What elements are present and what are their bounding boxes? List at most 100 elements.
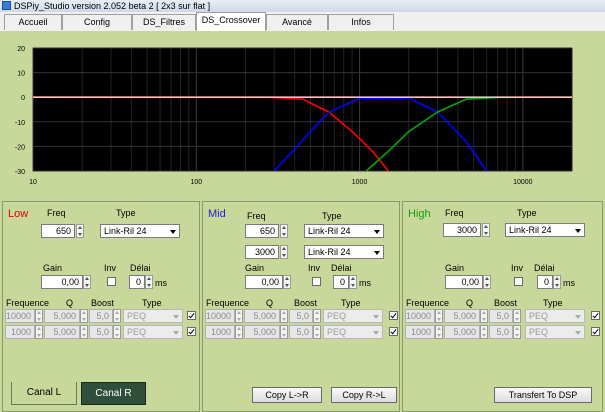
- tab-ds-filtres[interactable]: DS_Filtres: [132, 14, 196, 30]
- low-gain-input[interactable]: 0,00: [41, 275, 83, 289]
- low-peq1-enable[interactable]: [187, 311, 196, 320]
- mid-delai-input[interactable]: 0: [333, 275, 349, 289]
- high-peq2-boost-spinner[interactable]: [513, 325, 521, 339]
- high-peq1-boost-spinner[interactable]: [513, 309, 521, 323]
- mid-inv-checkbox[interactable]: [312, 277, 321, 286]
- high-peq2-enable[interactable]: [591, 327, 600, 336]
- tab-canal-l[interactable]: Canal L: [11, 382, 77, 405]
- chevron-down-icon: [374, 251, 380, 255]
- low-peq1-type[interactable]: PEQ: [123, 309, 183, 323]
- high-peq2-q[interactable]: 5,000: [444, 325, 480, 339]
- low-peq1-boost-spinner[interactable]: [113, 309, 121, 323]
- low-peq2-q[interactable]: 5,000: [44, 325, 80, 339]
- tab-infos[interactable]: Infos: [328, 14, 394, 30]
- mid-peq2-enable[interactable]: [389, 327, 398, 336]
- high-peq1-freq-spinner[interactable]: [435, 309, 443, 323]
- mid-gain-spinner[interactable]: [283, 275, 291, 289]
- mid-peq1-q-spinner[interactable]: [280, 309, 288, 323]
- chevron-down-icon: [373, 315, 379, 319]
- mid-peq1-boost[interactable]: 5,0: [289, 309, 313, 323]
- high-peq2-q-spinner[interactable]: [480, 325, 488, 339]
- mid-peq1-type[interactable]: PEQ: [323, 309, 383, 323]
- mid-peq2-q-spinner[interactable]: [280, 325, 288, 339]
- high-peq2-freq-spinner[interactable]: [435, 325, 443, 339]
- mid-peq2-freq-spinner[interactable]: [235, 325, 243, 339]
- high-peq1-q-spinner[interactable]: [480, 309, 488, 323]
- low-gain-spinner[interactable]: [83, 275, 91, 289]
- mid-peq1-freq[interactable]: 10000: [205, 309, 235, 323]
- panel-low-title: Low: [8, 208, 29, 220]
- high-peq1-type[interactable]: PEQ: [525, 309, 585, 323]
- low-peq2-freq[interactable]: 1000: [5, 325, 35, 339]
- high-freq-input[interactable]: 3000: [443, 223, 481, 237]
- low-peq1-type-value: PEQ: [127, 311, 147, 321]
- low-peq2-enable[interactable]: [187, 327, 196, 336]
- mid-peq1-q[interactable]: 5,000: [244, 309, 280, 323]
- high-peq2-type[interactable]: PEQ: [525, 325, 585, 339]
- high-peq1-boost[interactable]: 5,0: [489, 309, 513, 323]
- low-type-select[interactable]: Link-Ril 24: [100, 224, 180, 238]
- low-inv-checkbox[interactable]: [107, 277, 116, 286]
- high-gain-spinner[interactable]: [483, 275, 491, 289]
- tab-canal-r[interactable]: Canal R: [81, 382, 146, 405]
- mid-peq1-type-value: PEQ: [327, 311, 347, 321]
- low-delai-spinner[interactable]: [145, 275, 153, 289]
- low-freq-spinner[interactable]: [76, 224, 84, 238]
- low-peq1-freq-spinner[interactable]: [35, 309, 43, 323]
- mid-peq1-freq-spinner[interactable]: [235, 309, 243, 323]
- low-peq1-q[interactable]: 5,000: [44, 309, 80, 323]
- tab-ds-crossover[interactable]: DS_Crossover: [196, 12, 266, 31]
- mid-peq2-q[interactable]: 5,000: [244, 325, 280, 339]
- mid-freq2-spinner[interactable]: [280, 245, 288, 259]
- low-peq1-freq[interactable]: 10000: [5, 309, 35, 323]
- low-peq2-boost[interactable]: 5,0: [89, 325, 113, 339]
- low-peq2-q-spinner[interactable]: [80, 325, 88, 339]
- mid-peq2-boost[interactable]: 5,0: [289, 325, 313, 339]
- mid-peq2-freq[interactable]: 1000: [205, 325, 235, 339]
- y-tick-label: -30: [15, 169, 25, 176]
- high-peq1-enable[interactable]: [591, 311, 600, 320]
- high-delai-input[interactable]: 0: [537, 275, 553, 289]
- copy-l-to-r-button[interactable]: Copy L->R: [252, 387, 322, 403]
- high-type-select[interactable]: Link-Ril 24: [505, 223, 585, 237]
- high-peq2-boost[interactable]: 5,0: [489, 325, 513, 339]
- chevron-down-icon: [170, 230, 176, 234]
- low-gain-label: Gain: [43, 263, 63, 273]
- high-gain-input[interactable]: 0,00: [445, 275, 483, 289]
- transfert-to-dsp-button[interactable]: Transfert To DSP: [494, 387, 592, 403]
- tab-accueil[interactable]: Accueil: [4, 14, 62, 30]
- low-peq1-boost[interactable]: 5,0: [89, 309, 113, 323]
- low-peq1-q-spinner[interactable]: [80, 309, 88, 323]
- high-peq1-q[interactable]: 5,000: [444, 309, 480, 323]
- low-peq2-freq-spinner[interactable]: [35, 325, 43, 339]
- mid-freq1-spinner[interactable]: [280, 224, 288, 238]
- mid-gain-input[interactable]: 0,00: [245, 275, 283, 289]
- mid-freq1-input[interactable]: 650: [245, 224, 279, 238]
- low-freq-input[interactable]: 650: [41, 224, 75, 238]
- tab-avance[interactable]: Avancé: [266, 14, 328, 30]
- high-inv-checkbox[interactable]: [514, 277, 523, 286]
- low-peq2-type[interactable]: PEQ: [123, 325, 183, 339]
- panel-mid: Mid Freq Type 650 Link-Ril 24 3000 Link-…: [202, 201, 400, 412]
- high-peq1-freq[interactable]: 10000: [405, 309, 435, 323]
- copy-r-to-l-button[interactable]: Copy R->L: [331, 387, 397, 403]
- mid-type2-select[interactable]: Link-Ril 24: [304, 245, 384, 259]
- low-delai-input[interactable]: 0: [129, 275, 145, 289]
- mid-peq1-boost-spinner[interactable]: [313, 309, 321, 323]
- mid-delai-spinner[interactable]: [349, 275, 357, 289]
- chevron-down-icon: [173, 331, 179, 335]
- mid-type1-select[interactable]: Link-Ril 24: [304, 224, 384, 238]
- mid-peq2-type[interactable]: PEQ: [323, 325, 383, 339]
- high-peq1-type-value: PEQ: [529, 311, 549, 321]
- mid-peq2-boost-spinner[interactable]: [313, 325, 321, 339]
- high-boost-label: Boost: [494, 298, 518, 308]
- high-peq2-freq[interactable]: 1000: [405, 325, 435, 339]
- high-gain-label: Gain: [445, 263, 465, 273]
- mid-freq2-input[interactable]: 3000: [245, 245, 279, 259]
- mid-peq1-enable[interactable]: [389, 311, 398, 320]
- high-delai-spinner[interactable]: [553, 275, 561, 289]
- response-plot: 20 10 0 -10 -20 -30 10 100 1000 10000: [0, 31, 605, 195]
- low-peq2-boost-spinner[interactable]: [113, 325, 121, 339]
- high-freq-spinner[interactable]: [482, 223, 490, 237]
- tab-config[interactable]: Config: [62, 14, 132, 30]
